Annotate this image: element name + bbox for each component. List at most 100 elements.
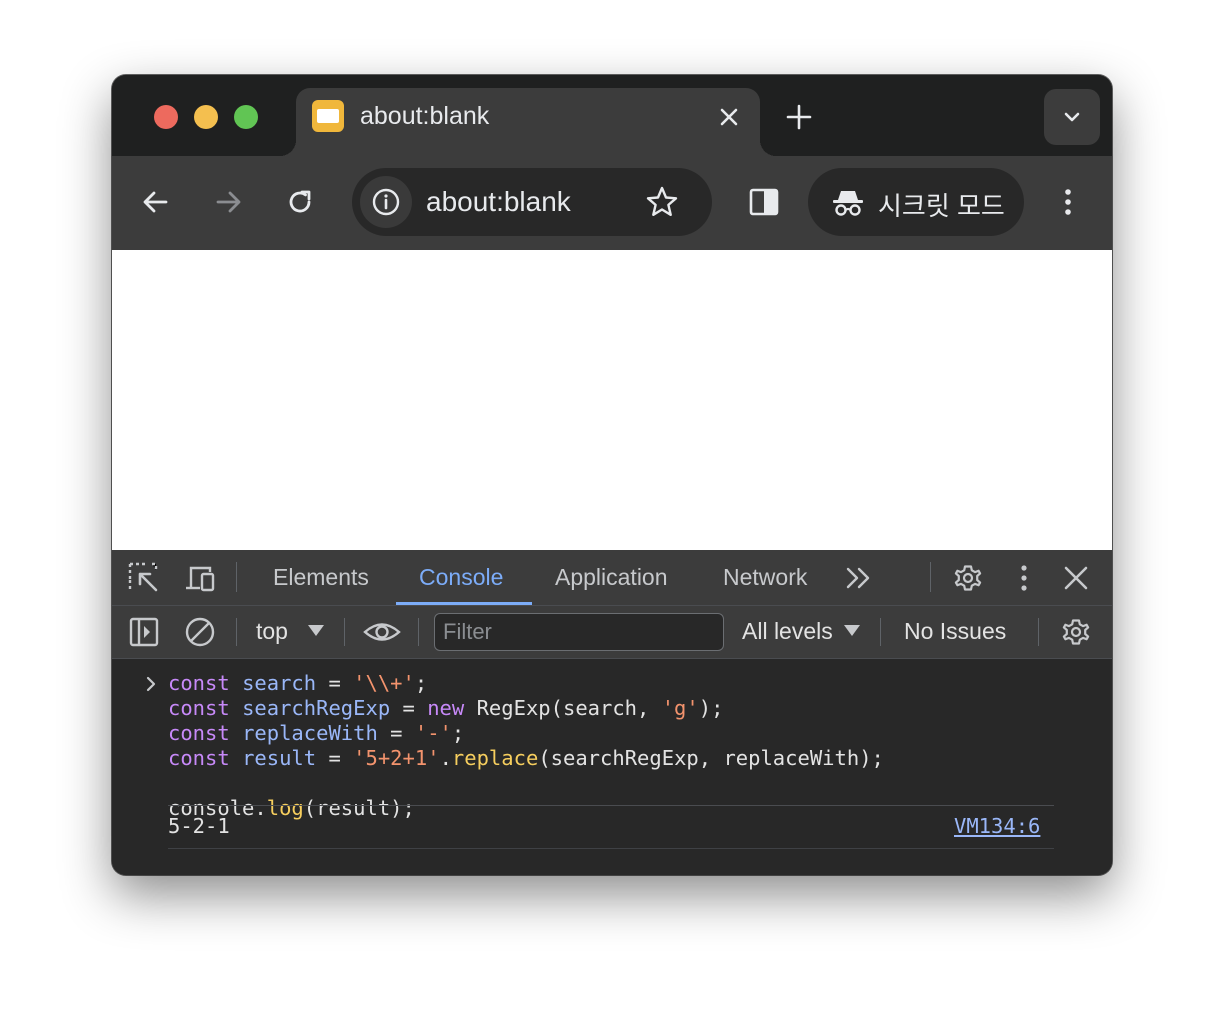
console-output[interactable]: const search = '\\+'; const searchRegExp … [112, 659, 1112, 875]
device-toolbar-icon[interactable] [182, 560, 218, 596]
code-token: const [168, 671, 230, 695]
kebab-menu-icon[interactable] [1006, 560, 1042, 596]
issues-button[interactable]: No Issues [904, 618, 1006, 645]
code-line: const searchRegExp = new RegExp(search, … [168, 696, 884, 721]
info-icon [372, 188, 400, 216]
tab-application[interactable]: Application [555, 564, 668, 591]
star-icon[interactable] [644, 184, 680, 220]
active-tab-indicator [396, 602, 532, 605]
code-line: const replaceWith = '-'; [168, 721, 884, 746]
tab-strip: about:blank [112, 75, 1112, 156]
code-token: = [316, 671, 354, 695]
code-token: searchRegExp [242, 696, 391, 720]
code-token: (result); [303, 796, 415, 820]
url-text[interactable]: about:blank [426, 186, 571, 218]
console-toolbar: top All levels No Issues [112, 606, 1112, 659]
close-icon[interactable] [716, 104, 742, 130]
minimize-window-button[interactable] [194, 105, 218, 129]
arrow-right-icon[interactable] [208, 182, 248, 222]
code-token: 'g' [661, 696, 699, 720]
kebab-menu-icon[interactable] [1048, 182, 1088, 222]
dropdown-triangle-icon[interactable] [838, 616, 866, 644]
plus-icon[interactable] [784, 102, 814, 132]
filter-field[interactable] [434, 613, 724, 651]
address-bar[interactable]: about:blank [352, 168, 712, 236]
clear-console-icon[interactable] [182, 614, 218, 650]
reload-icon[interactable] [280, 182, 320, 222]
divider [168, 848, 1054, 849]
console-log-output: 5-2-1 [168, 814, 230, 838]
divider [880, 618, 881, 646]
code-token: RegExp(search, [464, 696, 662, 720]
divider [236, 562, 237, 592]
code-token: '\\+' [353, 671, 415, 695]
code-token: const [168, 746, 230, 770]
tab-search-button[interactable] [1044, 89, 1100, 145]
sidebar-toggle-icon[interactable] [126, 614, 162, 650]
code-token: replaceWith [242, 721, 378, 745]
code-token: replace [451, 746, 539, 770]
log-levels-selector[interactable]: All levels [742, 618, 833, 645]
code-token: '5+2+1' [353, 746, 440, 770]
page-favicon-icon [312, 100, 344, 132]
chevron-down-icon [1064, 112, 1080, 122]
divider [236, 618, 237, 646]
divider [418, 618, 419, 646]
code-token: ); [698, 696, 724, 720]
code-token: const [168, 721, 230, 745]
tab-about-blank[interactable]: about:blank [280, 88, 776, 156]
side-panel-icon[interactable] [744, 182, 784, 222]
code-token: = [377, 721, 415, 745]
divider [168, 805, 1054, 806]
code-token: log [266, 796, 304, 820]
inspect-element-icon[interactable] [126, 560, 162, 596]
maximize-window-button[interactable] [234, 105, 258, 129]
more-tabs-icon[interactable] [840, 560, 876, 596]
code-token: = [390, 696, 428, 720]
tab-title: about:blank [360, 102, 490, 130]
code-token: . [439, 746, 452, 770]
gear-icon[interactable] [950, 560, 986, 596]
eye-icon[interactable] [362, 614, 402, 650]
tab-network[interactable]: Network [723, 564, 807, 591]
code-token: search [242, 671, 317, 695]
code-line: const search = '\\+'; [168, 671, 884, 696]
code-token: result [242, 746, 317, 770]
devtools-tab-bar: Elements Console Application Network [112, 550, 1112, 606]
filter-input[interactable] [435, 614, 721, 650]
context-selector[interactable]: top [256, 618, 288, 645]
close-icon[interactable] [1058, 560, 1094, 596]
browser-toolbar: about:blank 시크릿 모드 [112, 156, 1112, 250]
divider [344, 618, 345, 646]
source-link[interactable]: VM134:6 [954, 814, 1040, 838]
incognito-icon [833, 191, 863, 216]
devtools-panel: Elements Console Application Network top… [112, 550, 1112, 875]
code-token: (searchRegExp, replaceWith); [538, 746, 884, 770]
code-token: = [316, 746, 354, 770]
code-token: new [427, 696, 465, 720]
close-window-button[interactable] [154, 105, 178, 129]
code-token: const [168, 696, 230, 720]
code-line: console.log(result); [168, 796, 884, 821]
arrow-left-icon[interactable] [136, 182, 176, 222]
divider [1038, 618, 1039, 646]
code-token: ; [414, 671, 428, 695]
gear-icon[interactable] [1058, 614, 1094, 650]
incognito-indicator[interactable]: 시크릿 모드 [808, 168, 1024, 236]
code-token: '-' [414, 721, 452, 745]
chevron-right-icon [146, 676, 156, 692]
tab-console[interactable]: Console [419, 564, 503, 591]
code-line: const result = '5+2+1'.replace(searchReg… [168, 746, 884, 771]
code-token: ; [451, 721, 465, 745]
tab-elements[interactable]: Elements [273, 564, 369, 591]
dropdown-triangle-icon[interactable] [302, 616, 330, 644]
console-input-code[interactable]: const search = '\\+'; const searchRegExp … [168, 671, 884, 821]
site-info-button[interactable] [360, 176, 412, 228]
page-content[interactable] [112, 250, 1112, 550]
browser-window: about:blank about:blank 시크릿 모드 Elements … [112, 75, 1112, 875]
